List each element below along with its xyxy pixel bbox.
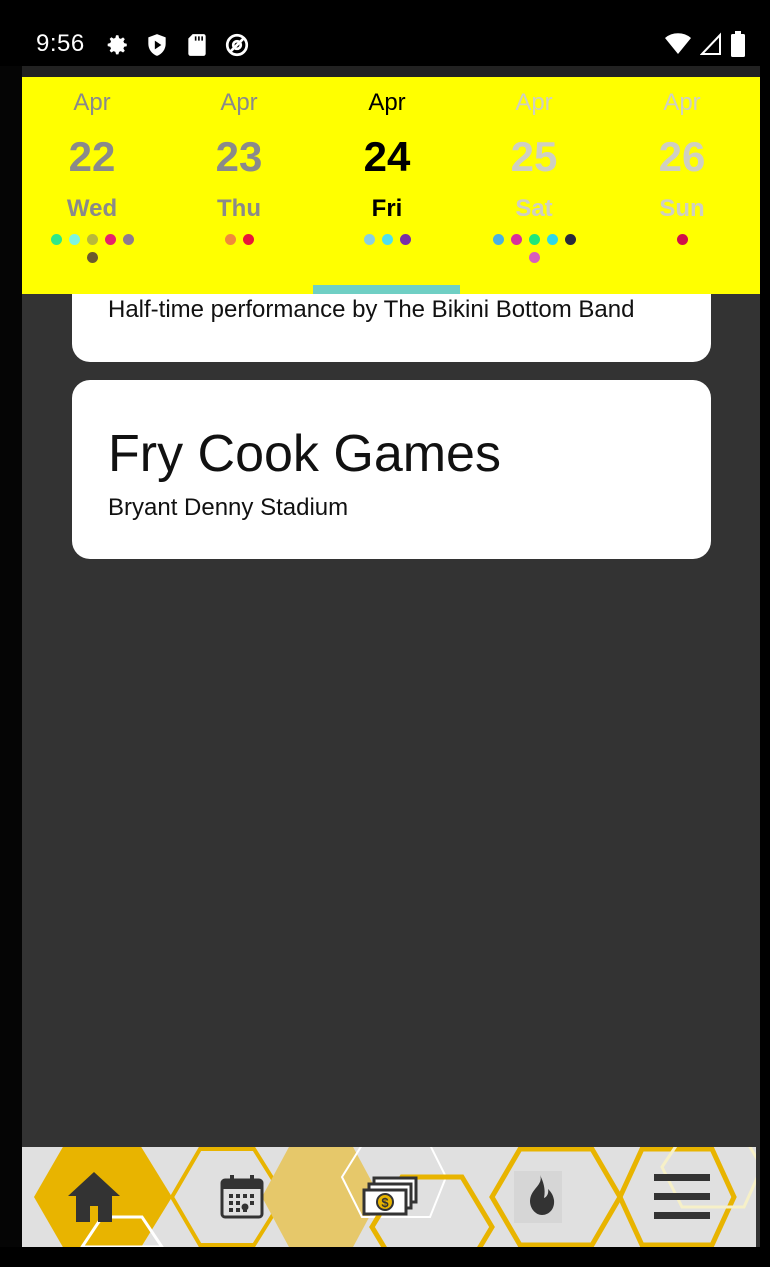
status-bar: 9:56 xyxy=(0,0,770,66)
event-dot xyxy=(676,234,688,245)
status-icons-left xyxy=(104,31,250,59)
menu-icon xyxy=(654,1174,710,1219)
date-weekday: Fri xyxy=(371,195,403,222)
wifi-icon xyxy=(665,33,691,54)
date-month: Apr xyxy=(73,89,111,116)
event-dot xyxy=(492,234,504,245)
event-dot xyxy=(510,234,522,245)
nav-calendar-button[interactable] xyxy=(182,1147,302,1247)
event-dot xyxy=(242,234,254,245)
at-sign-icon xyxy=(225,33,249,57)
event-dot xyxy=(86,234,98,245)
fire-icon xyxy=(514,1171,562,1223)
money-icon: $ xyxy=(362,1176,418,1216)
event-list-clip: Half-time performance by The Bikini Bott… xyxy=(22,294,760,362)
date-month: Apr xyxy=(368,89,406,116)
status-icons-right xyxy=(664,31,746,57)
date-weekday: Sat xyxy=(515,195,553,222)
svg-text:$: $ xyxy=(381,1195,389,1210)
event-dot xyxy=(122,234,134,245)
date-day-number: 24 xyxy=(363,133,411,180)
calendar-icon xyxy=(220,1175,264,1219)
event-dot xyxy=(528,252,540,263)
event-card[interactable]: Half-time performance by The Bikini Bott… xyxy=(72,294,711,362)
event-dots xyxy=(165,234,313,245)
event-dot xyxy=(528,234,540,245)
date-weekday: Thu xyxy=(217,195,261,222)
nav-trending-button[interactable] xyxy=(478,1147,598,1247)
date-month: Apr xyxy=(515,89,553,116)
event-description: Half-time performance by The Bikini Bott… xyxy=(108,296,635,323)
nav-menu-button[interactable] xyxy=(622,1147,742,1247)
date-item-apr-25[interactable]: Apr 25 Sat xyxy=(460,77,608,294)
date-month: Apr xyxy=(220,89,258,116)
event-dot xyxy=(363,234,375,245)
device-bezel-bottom xyxy=(0,1247,770,1267)
event-dots xyxy=(313,234,461,245)
date-month: Apr xyxy=(663,89,701,116)
date-item-apr-23[interactable]: Apr 23 Thu xyxy=(165,77,313,294)
event-dot xyxy=(86,252,98,263)
sd-card-icon xyxy=(188,34,206,56)
selected-day-indicator xyxy=(313,285,460,294)
event-dots xyxy=(18,234,166,263)
app-screen: Apr 22 Wed Apr 23 Thu Apr 24 Fri Apr 25 … xyxy=(22,66,760,1247)
shield-play-icon xyxy=(148,34,166,56)
date-day-number: 23 xyxy=(215,133,263,180)
app-top-strip xyxy=(22,66,760,77)
event-dot xyxy=(50,234,62,245)
home-icon xyxy=(68,1172,120,1222)
event-dot xyxy=(68,234,80,245)
battery-icon xyxy=(731,31,745,57)
date-day-number: 26 xyxy=(658,133,706,180)
event-dot xyxy=(381,234,393,245)
date-item-apr-22[interactable]: Apr 22 Wed xyxy=(18,77,166,294)
date-day-number: 22 xyxy=(68,133,116,180)
event-dots xyxy=(608,234,756,245)
event-dot xyxy=(224,234,236,245)
date-item-apr-26[interactable]: Apr 26 Sun xyxy=(608,77,756,294)
status-time: 9:56 xyxy=(36,30,85,57)
event-dot xyxy=(399,234,411,245)
date-item-apr-24[interactable]: Apr 24 Fri xyxy=(313,77,461,294)
nav-home-button[interactable] xyxy=(34,1147,154,1247)
event-card[interactable]: Fry Cook Games Bryant Denny Stadium xyxy=(72,380,711,559)
date-weekday: Sun xyxy=(659,195,705,222)
date-weekday: Wed xyxy=(66,195,118,222)
event-title: Fry Cook Games xyxy=(108,425,501,483)
event-dot xyxy=(546,234,558,245)
event-location: Bryant Denny Stadium xyxy=(108,494,349,521)
device-bezel-right xyxy=(760,66,770,1267)
gear-icon xyxy=(107,35,127,55)
nav-money-button[interactable]: $ xyxy=(330,1147,450,1247)
signal-icon xyxy=(700,32,721,55)
event-dot xyxy=(104,234,116,245)
bottom-navigation: $ xyxy=(22,1147,756,1247)
date-day-number: 25 xyxy=(510,133,558,180)
date-selector: Apr 22 Wed Apr 23 Thu Apr 24 Fri Apr 25 … xyxy=(22,77,760,294)
event-dots xyxy=(460,234,608,263)
event-dot xyxy=(564,234,576,245)
